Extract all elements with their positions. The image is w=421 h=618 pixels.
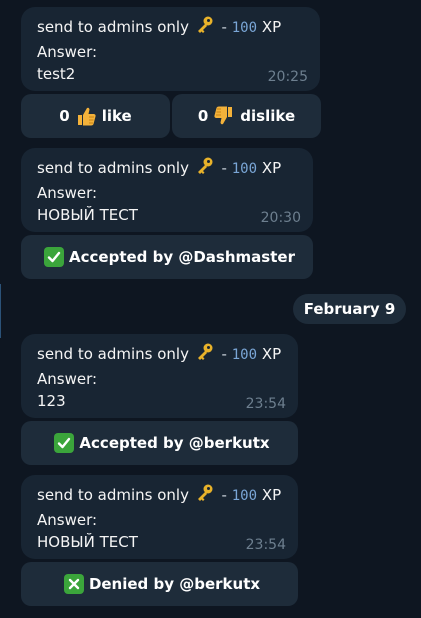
answer-label: Answer: [37, 511, 98, 529]
dislike-button[interactable]: 0 dislike [172, 94, 321, 138]
title-separator: - [221, 345, 227, 363]
key-icon [195, 156, 215, 182]
key-icon [195, 15, 215, 41]
message-time: 20:30 [260, 210, 301, 226]
check-mark-icon [54, 433, 75, 453]
xp-value: 100 [231, 347, 258, 363]
title-separator: - [221, 159, 227, 177]
status-text: Accepted by @Dashmaster [69, 248, 295, 266]
message-bubble: send to admins only - 100 XP Answer: НОВ… [21, 148, 313, 232]
message-bubble: send to admins only - 100 XP Answer: tes… [21, 7, 320, 91]
message-title-line: send to admins only - 100 XP [37, 156, 297, 182]
message-title: send to admins only [37, 18, 189, 36]
message-time: 20:25 [267, 69, 308, 85]
like-label: like [101, 107, 132, 125]
key-icon [195, 483, 215, 509]
xp-unit: XP [261, 18, 282, 36]
xp-value: 100 [231, 488, 258, 504]
answer-label: Answer: [37, 184, 98, 202]
answer-text: НОВЫЙ ТЕСТ [37, 206, 138, 224]
xp-value: 100 [231, 161, 258, 177]
status-text: Accepted by @berkutx [79, 434, 270, 452]
chat-left-edge [0, 284, 1, 338]
like-button[interactable]: 0 like [21, 94, 170, 138]
xp-unit: XP [261, 345, 282, 363]
date-separator-text: February 9 [303, 300, 396, 318]
xp-value: 100 [231, 20, 258, 36]
message-title-line: send to admins only - 100 XP [37, 15, 304, 41]
title-separator: - [221, 486, 227, 504]
dislike-count: 0 [197, 107, 209, 125]
answer-label: Answer: [37, 43, 98, 61]
message-title: send to admins only [37, 486, 189, 504]
status-button[interactable]: Denied by @berkutx [21, 562, 298, 606]
status-button[interactable]: Accepted by @berkutx [21, 421, 298, 465]
status-button[interactable]: Accepted by @Dashmaster [21, 235, 313, 279]
message-title-line: send to admins only - 100 XP [37, 342, 282, 368]
message-title-line: send to admins only - 100 XP [37, 483, 282, 509]
thumbs-down-icon [213, 105, 235, 127]
message-bubble: send to admins only - 100 XP Answer: НОВ… [21, 475, 298, 559]
xp-unit: XP [261, 159, 282, 177]
answer-label: Answer: [37, 370, 98, 388]
message-time: 23:54 [245, 537, 286, 553]
title-separator: - [221, 18, 227, 36]
answer-text: test2 [37, 65, 76, 83]
message-title: send to admins only [37, 345, 189, 363]
cross-mark-icon [63, 574, 84, 594]
like-count: 0 [59, 107, 70, 125]
key-icon [195, 342, 215, 368]
dislike-label: dislike [240, 107, 296, 125]
message-title: send to admins only [37, 159, 189, 177]
xp-unit: XP [261, 486, 282, 504]
date-separator: February 9 [293, 294, 406, 324]
message-time: 23:54 [245, 396, 286, 412]
thumbs-up-icon [75, 105, 97, 127]
check-mark-icon [44, 247, 65, 267]
message-bubble: send to admins only - 100 XP Answer: 123… [21, 334, 298, 418]
status-text: Denied by @berkutx [88, 575, 261, 593]
